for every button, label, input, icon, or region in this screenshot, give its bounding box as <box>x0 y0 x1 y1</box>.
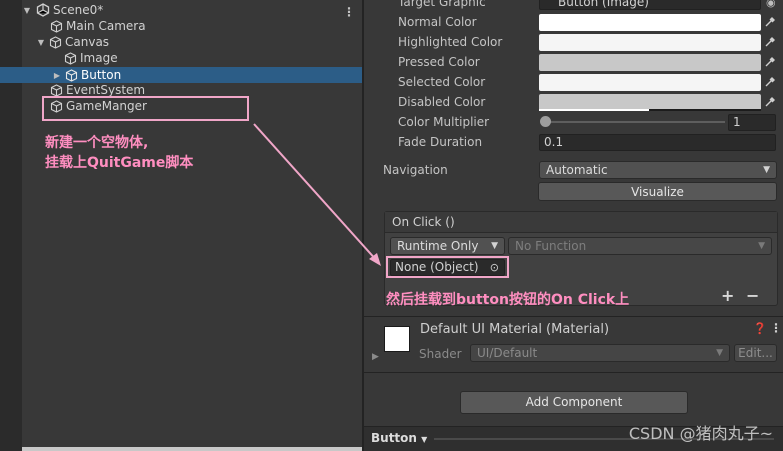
annotation-arrow <box>253 123 381 266</box>
annotation-arrow-line <box>253 123 379 263</box>
